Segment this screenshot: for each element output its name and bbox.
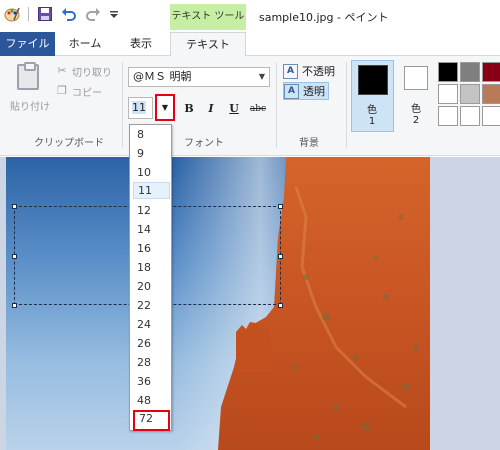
transparent-icon: A [284, 83, 299, 99]
opaque-icon: A [283, 63, 298, 79]
chevron-down-icon: ▼ [258, 72, 265, 81]
italic-button[interactable]: I [203, 101, 219, 117]
color-1-button[interactable]: 色 1 [351, 60, 394, 132]
font-size-option[interactable]: 24 [133, 316, 170, 333]
tab-view[interactable]: 表示 [118, 32, 164, 56]
resize-handle[interactable] [12, 254, 17, 259]
paste-label: 貼り付け [10, 102, 50, 113]
font-group-label: フォント [184, 138, 224, 149]
bold-button[interactable]: B [181, 101, 197, 117]
font-size-dropdown-list: 8 9 10 11 12 14 16 18 20 22 24 26 28 36 … [129, 124, 172, 431]
palette-swatch[interactable] [460, 84, 480, 104]
font-size-dropdown-button[interactable]: ▼ [155, 94, 175, 121]
ribbon-tabs: ファイル ホーム 表示 テキスト [0, 32, 500, 57]
font-family-select[interactable]: @ＭＳ 明朝 ▼ [128, 67, 270, 87]
font-size-value: 11 [132, 101, 146, 114]
paste-button[interactable]: 貼り付け [6, 62, 52, 120]
transparent-button[interactable]: A 透明 [283, 82, 329, 100]
scissors-icon: ✂ [57, 64, 67, 77]
font-size-option[interactable]: 26 [133, 335, 170, 352]
paint-app-icon[interactable] [4, 6, 20, 22]
resize-handle[interactable] [12, 303, 17, 308]
font-size-option[interactable]: 48 [133, 392, 170, 409]
opaque-button[interactable]: A 不透明 [283, 62, 335, 80]
color-1-label: 色 [367, 105, 377, 116]
ribbon: 貼り付け ✂ 切り取り ❐ コピー クリップボード @ＭＳ 明朝 ▼ 11 ▼ … [0, 56, 500, 156]
font-size-option[interactable]: 12 [133, 202, 170, 219]
font-size-input[interactable]: 11 [128, 97, 153, 119]
palette-swatch[interactable] [460, 106, 480, 126]
copy-button[interactable]: ❐ コピー [56, 82, 102, 100]
font-size-option[interactable]: 20 [133, 278, 170, 295]
palette-swatch[interactable] [438, 106, 458, 126]
context-tab-label: テキスト ツール [170, 4, 246, 30]
font-size-option-highlighted[interactable]: 72 [133, 410, 170, 431]
transparent-label: 透明 [303, 85, 325, 98]
font-family-value: @ＭＳ 明朝 [133, 70, 192, 83]
undo-icon[interactable] [61, 6, 77, 22]
color-2-swatch [404, 66, 428, 90]
chevron-down-icon: ▼ [161, 103, 169, 112]
copy-icon: ❐ [57, 84, 67, 97]
color-1-swatch [358, 65, 388, 95]
background-group-label: 背景 [299, 138, 319, 149]
palette-swatch[interactable] [482, 62, 500, 82]
resize-handle[interactable] [12, 204, 17, 209]
resize-handle[interactable] [278, 254, 283, 259]
divider [276, 62, 277, 148]
palette-swatch[interactable] [438, 62, 458, 82]
divider [28, 7, 29, 21]
font-size-option[interactable]: 10 [133, 164, 170, 181]
font-size-option[interactable]: 9 [133, 145, 170, 162]
color-1-number: 1 [368, 116, 376, 127]
strikethrough-button[interactable]: abc [248, 101, 268, 117]
cut-button[interactable]: ✂ 切り取り [56, 62, 112, 80]
font-size-option[interactable]: 36 [133, 373, 170, 390]
resize-handle[interactable] [278, 204, 283, 209]
save-icon[interactable] [37, 6, 53, 22]
color-2-label: 色 [411, 104, 421, 115]
palette-swatch[interactable] [438, 84, 458, 104]
copy-label: コピー [72, 87, 102, 99]
divider [346, 62, 347, 148]
palette-swatch[interactable] [482, 84, 500, 104]
divider [122, 62, 123, 148]
clipboard-icon [17, 62, 39, 90]
underline-button[interactable]: U [226, 101, 242, 117]
opaque-label: 不透明 [302, 65, 335, 78]
palette-swatch[interactable] [460, 62, 480, 82]
font-size-option[interactable]: 14 [133, 221, 170, 238]
font-size-option-selected[interactable]: 11 [133, 182, 170, 199]
canvas-workspace[interactable] [0, 157, 500, 450]
title-bar: テキスト ツール sample10.jpg - ペイント [0, 0, 500, 32]
palette-swatch[interactable] [482, 106, 500, 126]
redo-icon[interactable] [85, 6, 101, 22]
cut-label: 切り取り [72, 67, 112, 79]
tab-text[interactable]: テキスト [170, 32, 246, 57]
font-size-option[interactable]: 22 [133, 297, 170, 314]
font-size-option[interactable]: 8 [133, 126, 170, 143]
font-size-option[interactable]: 18 [133, 259, 170, 276]
font-size-option[interactable]: 28 [133, 354, 170, 371]
customize-qat-icon[interactable] [109, 6, 125, 22]
window-title: sample10.jpg - ペイント [259, 11, 389, 24]
quick-access-toolbar [4, 6, 125, 22]
clipboard-group-label: クリップボード [34, 138, 104, 149]
tab-file[interactable]: ファイル [0, 32, 55, 56]
font-size-option[interactable]: 16 [133, 240, 170, 257]
resize-handle[interactable] [278, 303, 283, 308]
color-palette [438, 62, 500, 126]
tab-home[interactable]: ホーム [62, 32, 108, 56]
color-2-number: 2 [412, 115, 420, 126]
